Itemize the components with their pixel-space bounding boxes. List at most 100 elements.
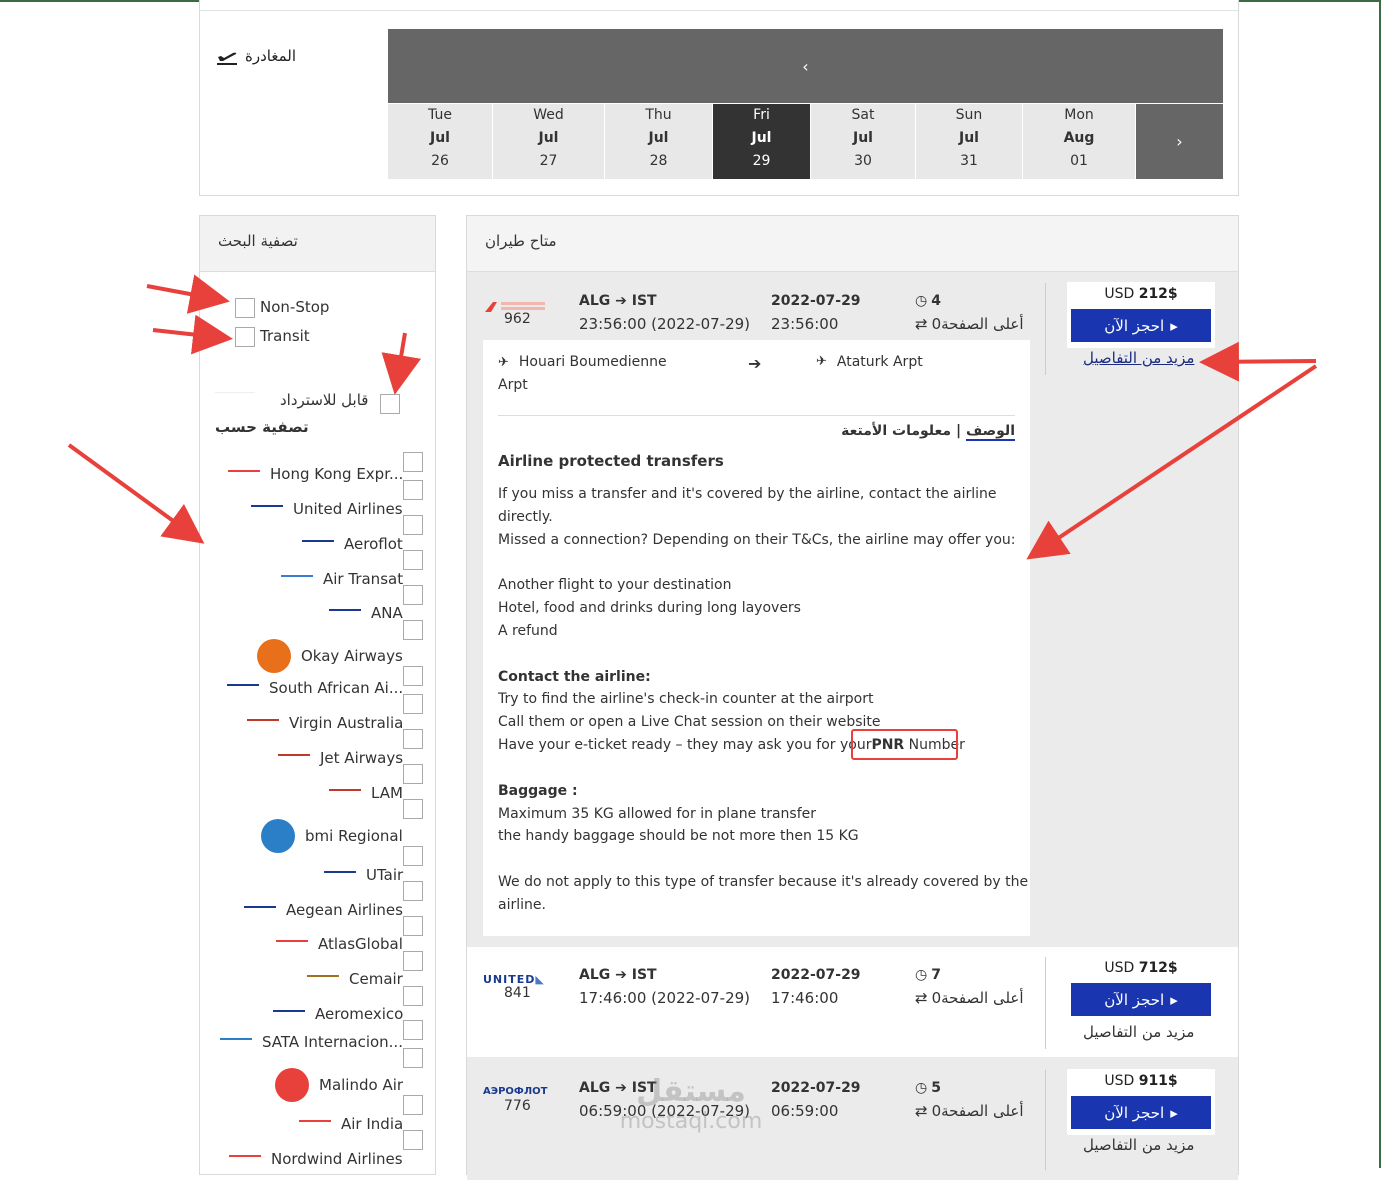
day-of-week: Tue bbox=[428, 107, 452, 123]
airline-filter-item: ANA bbox=[329, 598, 403, 628]
detail-line: We do not apply to this type of transfer… bbox=[498, 874, 1029, 890]
airline-checkbox[interactable] bbox=[403, 846, 423, 866]
airline-checkbox[interactable] bbox=[403, 694, 423, 714]
contact-heading: Contact the airline: bbox=[498, 669, 651, 685]
page-top-link[interactable]: ⇄ أعلى الصفحة0 bbox=[915, 989, 1024, 1007]
calendar-day[interactable]: Thu Jul 28 bbox=[605, 104, 713, 179]
airline-checkbox[interactable] bbox=[403, 881, 423, 901]
plane-takeoff-icon: ✈ bbox=[498, 354, 509, 370]
flight-price: USD 712$ bbox=[1104, 960, 1178, 976]
calendar-day[interactable]: Sat Jul 30 bbox=[811, 104, 916, 179]
airline-checkbox[interactable] bbox=[403, 1020, 423, 1040]
arrow-right-icon: ➔ bbox=[615, 293, 627, 309]
airline-filter-item: Cemair bbox=[307, 964, 403, 994]
detail-line: the handy baggage should be not more the… bbox=[498, 828, 859, 844]
calendar-next-button[interactable]: › bbox=[1136, 104, 1223, 179]
flight-stops: ◷ 7 bbox=[915, 967, 941, 983]
airline-name: LAM bbox=[371, 784, 403, 802]
airline-name: AtlasGlobal bbox=[318, 935, 403, 953]
divider bbox=[1045, 1070, 1046, 1170]
airline-filter-item: Virgin Australia bbox=[247, 708, 403, 738]
airline-checkbox[interactable] bbox=[403, 951, 423, 971]
airline-logo bbox=[278, 754, 310, 762]
calendar-day[interactable]: Tue Jul 26 bbox=[388, 104, 493, 179]
airline-checkbox[interactable] bbox=[403, 729, 423, 749]
day-of-week: Fri bbox=[753, 107, 770, 123]
page-top-link[interactable]: ⇄ أعلى الصفحة0 bbox=[915, 1102, 1024, 1120]
destination-airport: ✈ Ataturk Arpt bbox=[816, 354, 923, 370]
airline-checkbox[interactable] bbox=[403, 916, 423, 936]
airline-name: Jet Airways bbox=[320, 749, 404, 767]
airline-filter-item: SATA Internacion... bbox=[220, 1027, 403, 1057]
watermark: مستقل mostaql.com bbox=[619, 1074, 763, 1134]
airline-checkbox[interactable] bbox=[403, 515, 423, 535]
nonstop-label: Non-Stop bbox=[260, 298, 330, 316]
clock-icon: ◷ bbox=[915, 967, 928, 983]
arrow-right-icon: ➔ bbox=[615, 967, 627, 983]
airline-name: Nordwind Airlines bbox=[271, 1150, 403, 1168]
arrow-right-icon: ➔ bbox=[748, 354, 762, 373]
airline-checkbox[interactable] bbox=[403, 799, 423, 819]
flight-time: 06:59:00 bbox=[771, 1102, 839, 1120]
airline-filter-item: UTair bbox=[324, 860, 403, 890]
flight-card: 962 ALG ➔ IST 23:56:00 (2022-07-29) 2022… bbox=[467, 273, 1238, 947]
day-of-week: Sun bbox=[955, 107, 983, 123]
clock-icon: ◷ bbox=[915, 293, 928, 309]
airline-checkbox[interactable] bbox=[403, 452, 423, 472]
transfer-heading: Airline protected transfers bbox=[498, 452, 724, 470]
calendar-day[interactable]: Fri Jul 29 bbox=[713, 104, 811, 179]
book-now-button[interactable]: احجز الآن ▸ bbox=[1071, 309, 1211, 342]
airline-checkbox[interactable] bbox=[403, 986, 423, 1006]
day-date: 26 bbox=[431, 153, 449, 169]
airline-name: ANA bbox=[371, 604, 403, 622]
airline-name: Aeromexico bbox=[315, 1005, 404, 1023]
airline-checkbox[interactable] bbox=[403, 764, 423, 784]
day-month: Jul bbox=[538, 130, 559, 146]
book-now-button[interactable]: احجز الآن ▸ bbox=[1071, 1096, 1211, 1129]
flight-number: 776 bbox=[504, 1098, 531, 1114]
detail-line: If you miss a transfer and it's covered … bbox=[498, 486, 997, 502]
tab-baggage[interactable]: معلومات الأمتعة bbox=[841, 423, 951, 439]
airline-checkbox[interactable] bbox=[403, 585, 423, 605]
airline-checkbox[interactable] bbox=[403, 1048, 423, 1068]
calendar-day[interactable]: Wed Jul 27 bbox=[493, 104, 605, 179]
airline-checkbox[interactable] bbox=[403, 1095, 423, 1115]
more-details-link[interactable]: مزيد من التفاصيل bbox=[1083, 349, 1194, 367]
airline-logo bbox=[273, 1010, 305, 1018]
tab-description[interactable]: الوصف bbox=[965, 423, 1015, 441]
day-of-week: Wed bbox=[533, 107, 564, 123]
day-date: 28 bbox=[649, 153, 668, 169]
book-now-button[interactable]: احجز الآن ▸ bbox=[1071, 983, 1211, 1016]
calendar-prev-button[interactable]: ‹ bbox=[388, 29, 1223, 103]
airline-checkbox[interactable] bbox=[403, 620, 423, 640]
airline-logo bbox=[244, 906, 276, 914]
departure-label: المغادرة bbox=[215, 44, 325, 68]
day-date: 01 bbox=[1070, 153, 1088, 169]
transit-checkbox[interactable] bbox=[235, 327, 255, 347]
nonstop-checkbox[interactable] bbox=[235, 298, 255, 318]
details-tabs: الوصف | معلومات الأمتعة bbox=[841, 423, 1015, 441]
airline-checkbox[interactable] bbox=[403, 1130, 423, 1150]
airline-checkbox[interactable] bbox=[403, 480, 423, 500]
more-details-link[interactable]: مزيد من التفاصيل bbox=[1083, 1023, 1194, 1041]
airline-filter-item: Malindo Air bbox=[275, 1068, 404, 1102]
airline-checkbox[interactable] bbox=[403, 666, 423, 686]
airline-logo bbox=[324, 871, 356, 879]
divider bbox=[215, 392, 255, 393]
calendar-days: Tue Jul 26 Wed Jul 27 Thu Jul 28 Fri Jul 29 Sat Jul 30… bbox=[388, 104, 1223, 179]
flight-time: 23:56:00 bbox=[771, 315, 839, 333]
airline-checkbox[interactable] bbox=[403, 550, 423, 570]
airline-name: Virgin Australia bbox=[289, 714, 404, 732]
page-top-link[interactable]: ⇄ أعلى الصفحة0 bbox=[915, 315, 1024, 333]
airline-logo bbox=[329, 789, 361, 797]
airline-filter-item: Aeroflot bbox=[302, 529, 403, 559]
airline-logo bbox=[307, 975, 339, 983]
annotation-arrow bbox=[67, 443, 205, 544]
refundable-label: قابل للاسترداد bbox=[280, 391, 369, 409]
more-details-link[interactable]: مزيد من التفاصيل bbox=[1083, 1136, 1194, 1154]
calendar-day[interactable]: Mon Aug 01 bbox=[1023, 104, 1136, 179]
calendar-day[interactable]: Sun Jul 31 bbox=[916, 104, 1023, 179]
refundable-checkbox[interactable] bbox=[380, 394, 400, 414]
airline-name: Malindo Air bbox=[319, 1076, 404, 1094]
flight-price: USD 911$ bbox=[1104, 1073, 1178, 1089]
